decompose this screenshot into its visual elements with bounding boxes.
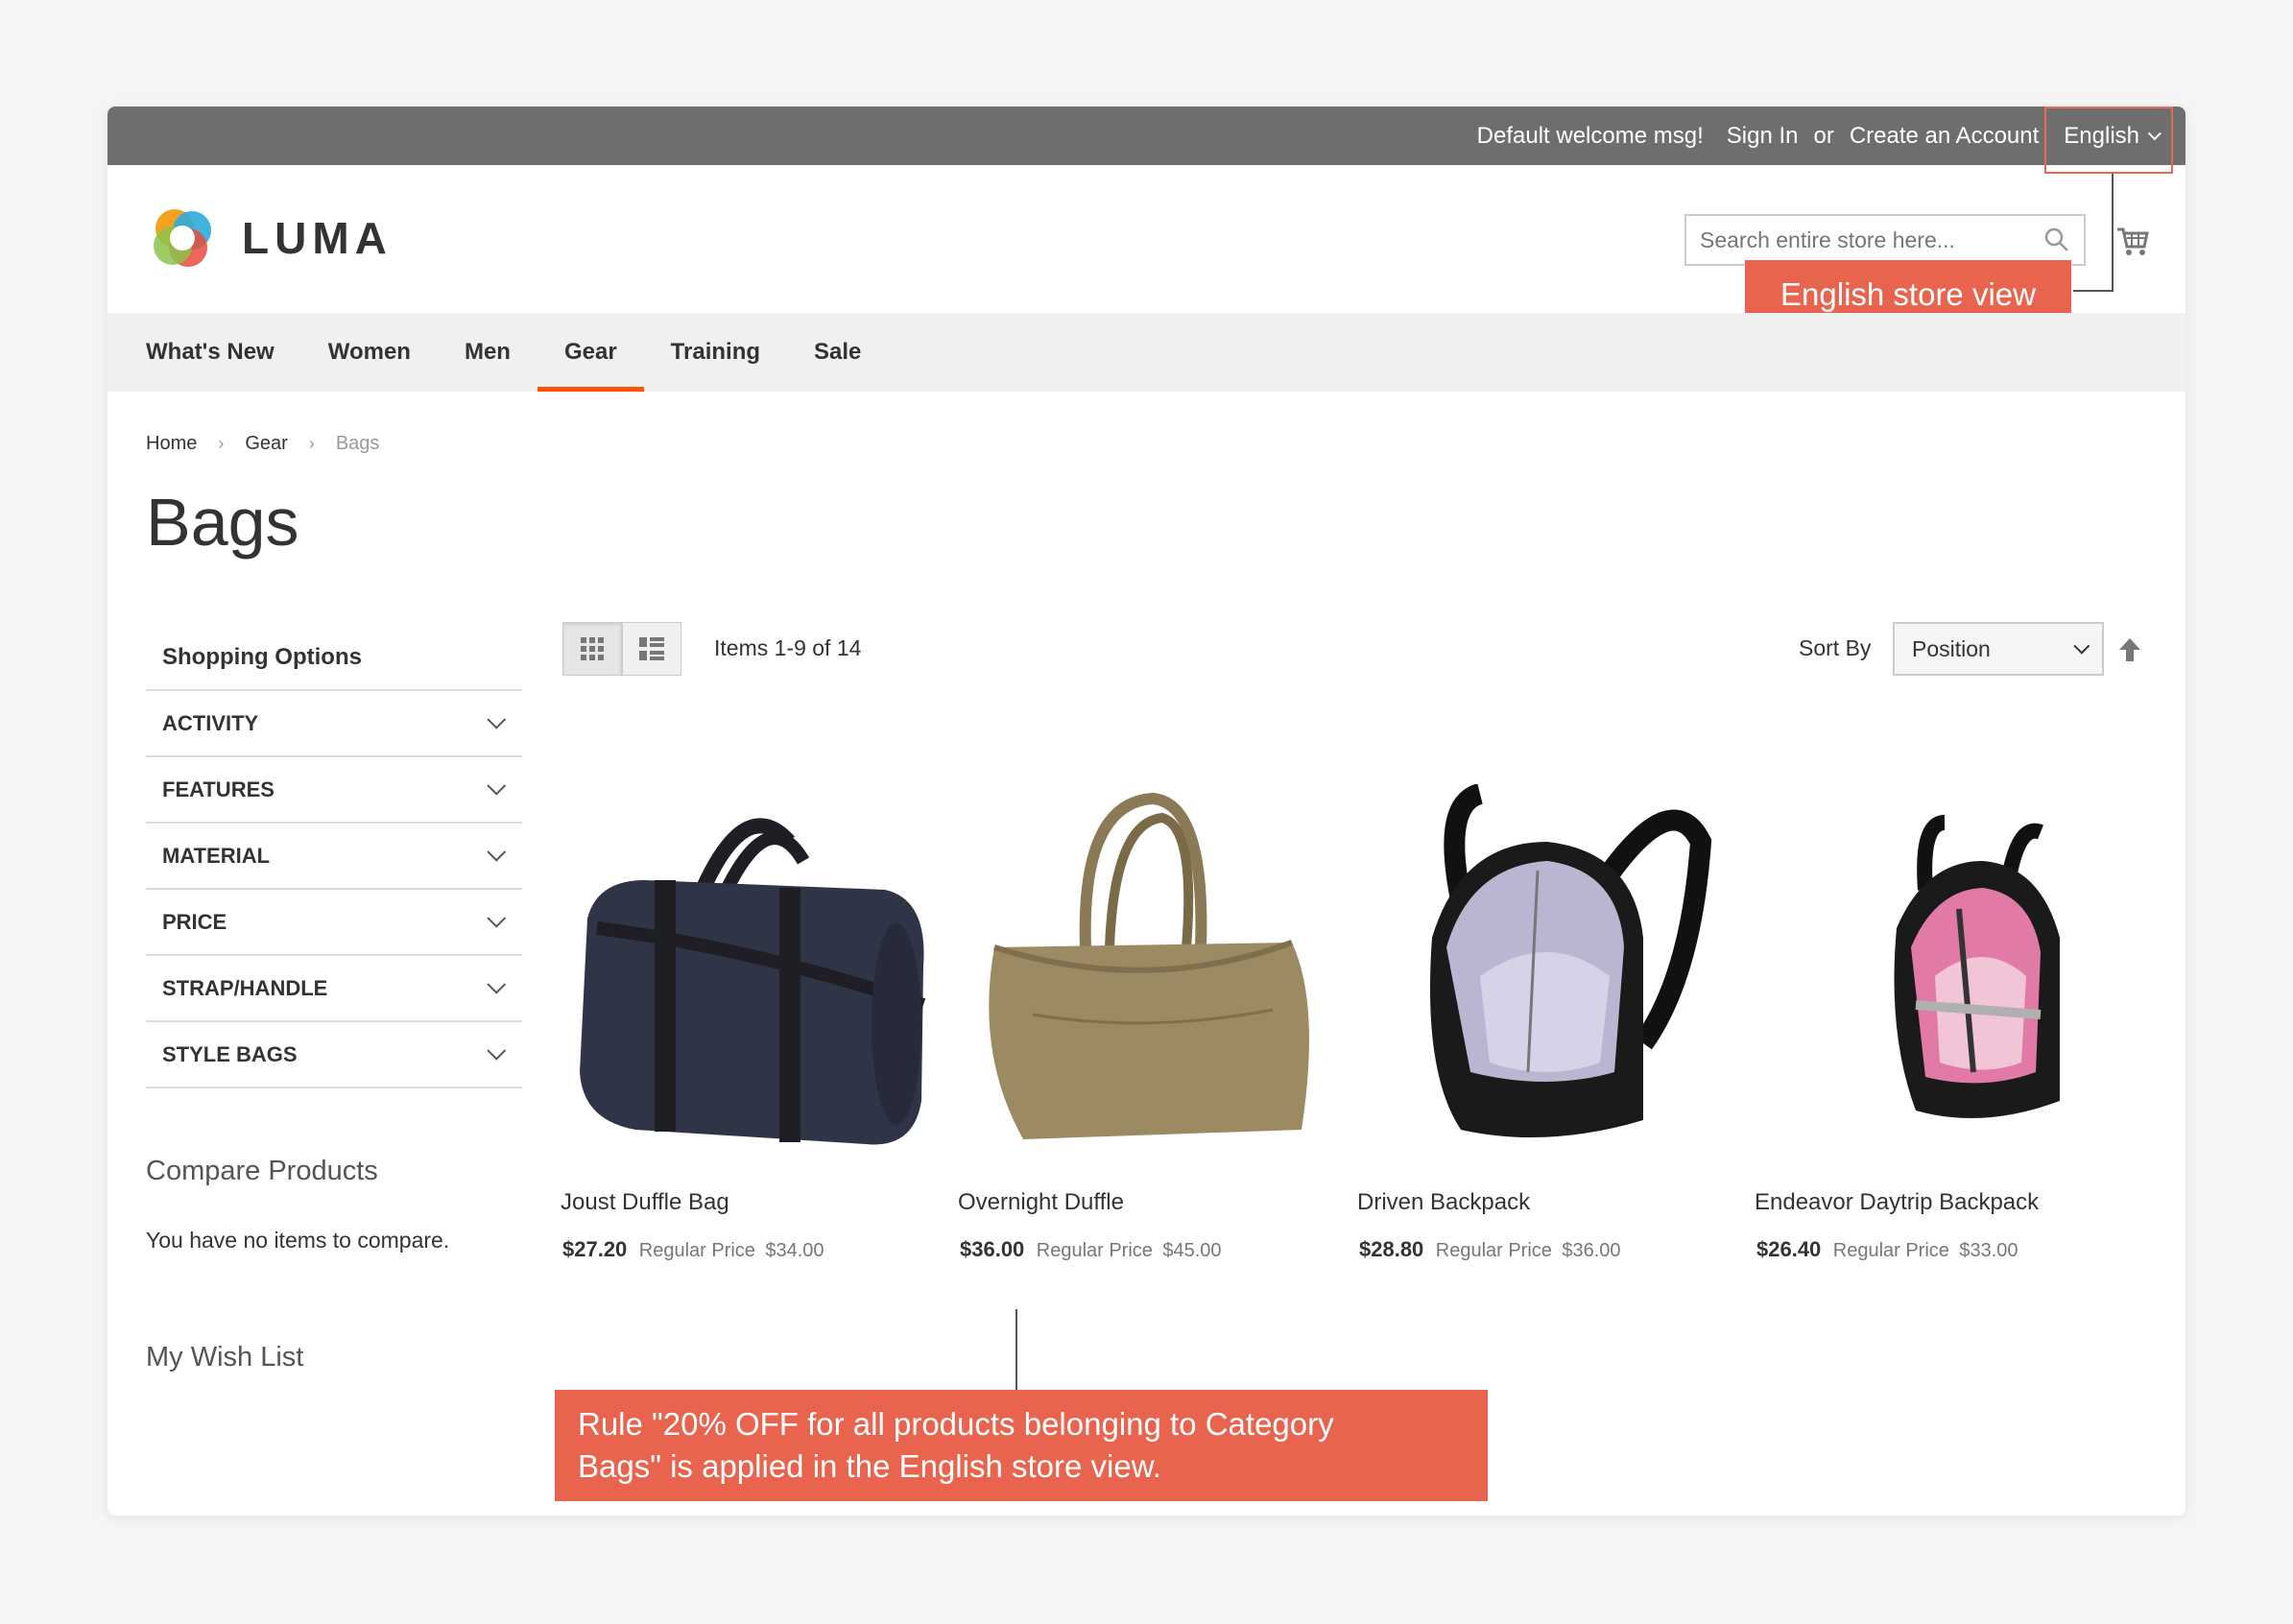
product-name[interactable]: Endeavor Daytrip Backpack	[1755, 1189, 2039, 1216]
toolbar-amount: Items 1-9 of 14	[714, 635, 862, 660]
filter-strap-handle[interactable]: STRAP/HANDLE	[146, 956, 522, 1022]
breadcrumb: Home › Gear › Bags	[146, 433, 379, 455]
chevron-down-icon	[487, 776, 507, 796]
filter-activity[interactable]: ACTIVITY	[146, 691, 522, 757]
view-mode-switcher	[562, 622, 681, 676]
chevron-down-icon	[487, 974, 507, 994]
rule-callout-line: Bags" is applied in the English store vi…	[578, 1448, 1161, 1484]
chevron-down-icon	[487, 842, 507, 862]
grid-view-button[interactable]	[562, 622, 622, 676]
final-price: $27.20	[562, 1237, 628, 1261]
nav-item-whats-new[interactable]: What's New	[146, 313, 301, 392]
nav-item-gear[interactable]: Gear	[537, 313, 644, 392]
nav-item-men[interactable]: Men	[438, 313, 537, 392]
product-image-joust-duffle-bag[interactable]	[559, 784, 943, 1149]
filter-label: MATERIAL	[162, 843, 271, 868]
final-price: $36.00	[960, 1237, 1025, 1261]
compare-products-title: Compare Products	[146, 1156, 378, 1186]
top-bar: Default welcome msg! Sign In or Create a…	[107, 107, 2186, 165]
chevron-down-icon	[2073, 637, 2090, 655]
product-name[interactable]: Driven Backpack	[1357, 1189, 1530, 1216]
logo-text: LUMA	[242, 213, 393, 263]
chevron-down-icon	[487, 709, 507, 729]
regular-price: $33.00	[1959, 1240, 2018, 1261]
sort-direction-arrow-up-icon[interactable]	[2117, 636, 2142, 663]
product-name[interactable]: Overnight Duffle	[958, 1189, 1124, 1216]
search-icon[interactable]	[2043, 227, 2070, 253]
or-text: or	[1813, 122, 1834, 149]
luma-logo-icon	[154, 209, 211, 267]
wishlist-title: My Wish List	[146, 1342, 304, 1373]
welcome-message: Default welcome msg!	[1476, 122, 1704, 149]
rule-callout-line: Rule "20% OFF for all products belonging…	[578, 1406, 1334, 1442]
product-price-box: $28.80 Regular Price $36.00	[1359, 1237, 1621, 1262]
browser-page: Default welcome msg! Sign In or Create a…	[107, 107, 2186, 1516]
product-price-box: $27.20 Regular Price $34.00	[562, 1237, 824, 1262]
regular-price-label: Regular Price	[1036, 1240, 1153, 1261]
final-price: $28.80	[1359, 1237, 1424, 1261]
filter-material[interactable]: MATERIAL	[146, 824, 522, 890]
chevron-right-icon: ›	[218, 434, 225, 453]
grid-icon	[581, 637, 604, 660]
callout-connector	[1015, 1309, 1017, 1390]
filter-style-bags[interactable]: STYLE BAGS	[146, 1022, 522, 1088]
store-logo[interactable]: LUMA	[146, 202, 393, 275]
filter-price[interactable]: PRICE	[146, 890, 522, 956]
chevron-right-icon: ›	[308, 434, 315, 453]
breadcrumb-bags: Bags	[335, 433, 380, 454]
regular-price-label: Regular Price	[1832, 1240, 1949, 1261]
filter-label: STYLE BAGS	[162, 1041, 298, 1066]
chevron-down-icon	[487, 1040, 507, 1061]
compare-empty-text: You have no items to compare.	[146, 1228, 450, 1253]
main-nav: What's New Women Men Gear Training Sale	[107, 313, 2186, 392]
sort-by-label: Sort By	[1799, 635, 1872, 660]
cart-icon[interactable]	[2114, 222, 2152, 260]
product-name[interactable]: Joust Duffle Bag	[561, 1189, 729, 1216]
list-icon	[639, 637, 664, 660]
regular-price-label: Regular Price	[1435, 1240, 1552, 1261]
filter-label: PRICE	[162, 909, 227, 934]
shopping-options-title: Shopping Options	[146, 625, 522, 691]
sort-by-value: Position	[1912, 635, 1991, 661]
search-box[interactable]	[1684, 214, 2086, 266]
product-price-box: $36.00 Regular Price $45.00	[960, 1237, 1222, 1262]
filter-label: ACTIVITY	[162, 710, 259, 735]
final-price: $26.40	[1756, 1237, 1822, 1261]
search-input[interactable]	[1700, 227, 2043, 253]
page-title: Bags	[146, 485, 299, 560]
nav-item-sale[interactable]: Sale	[787, 313, 888, 392]
nav-item-training[interactable]: Training	[644, 313, 787, 392]
product-image-driven-backpack[interactable]	[1355, 784, 1739, 1149]
sidebar-filters: Shopping Options ACTIVITY FEATURES MATER…	[146, 625, 522, 1088]
create-account-link[interactable]: Create an Account	[1850, 123, 2039, 150]
regular-price: $45.00	[1162, 1240, 1222, 1261]
breadcrumb-home[interactable]: Home	[146, 433, 197, 455]
sort-by-select[interactable]: Position	[1893, 622, 2104, 676]
nav-item-women[interactable]: Women	[301, 313, 438, 392]
regular-price-label: Regular Price	[638, 1240, 755, 1261]
filter-label: STRAP/HANDLE	[162, 975, 328, 1000]
sign-in-link[interactable]: Sign In	[1727, 123, 1799, 150]
chevron-down-icon	[487, 908, 507, 928]
filter-features[interactable]: FEATURES	[146, 757, 522, 824]
product-price-box: $26.40 Regular Price $33.00	[1756, 1237, 2018, 1262]
breadcrumb-gear[interactable]: Gear	[245, 433, 287, 455]
rule-callout: Rule "20% OFF for all products belonging…	[555, 1390, 1488, 1501]
product-image-endeavor-daytrip-backpack[interactable]	[1753, 784, 2137, 1149]
regular-price: $34.00	[765, 1240, 824, 1261]
language-highlight-box	[2044, 107, 2173, 174]
regular-price: $36.00	[1562, 1240, 1621, 1261]
product-image-overnight-duffle[interactable]	[956, 784, 1340, 1149]
callout-connector	[2073, 290, 2114, 292]
filter-label: FEATURES	[162, 776, 275, 801]
list-view-button[interactable]	[622, 622, 681, 676]
